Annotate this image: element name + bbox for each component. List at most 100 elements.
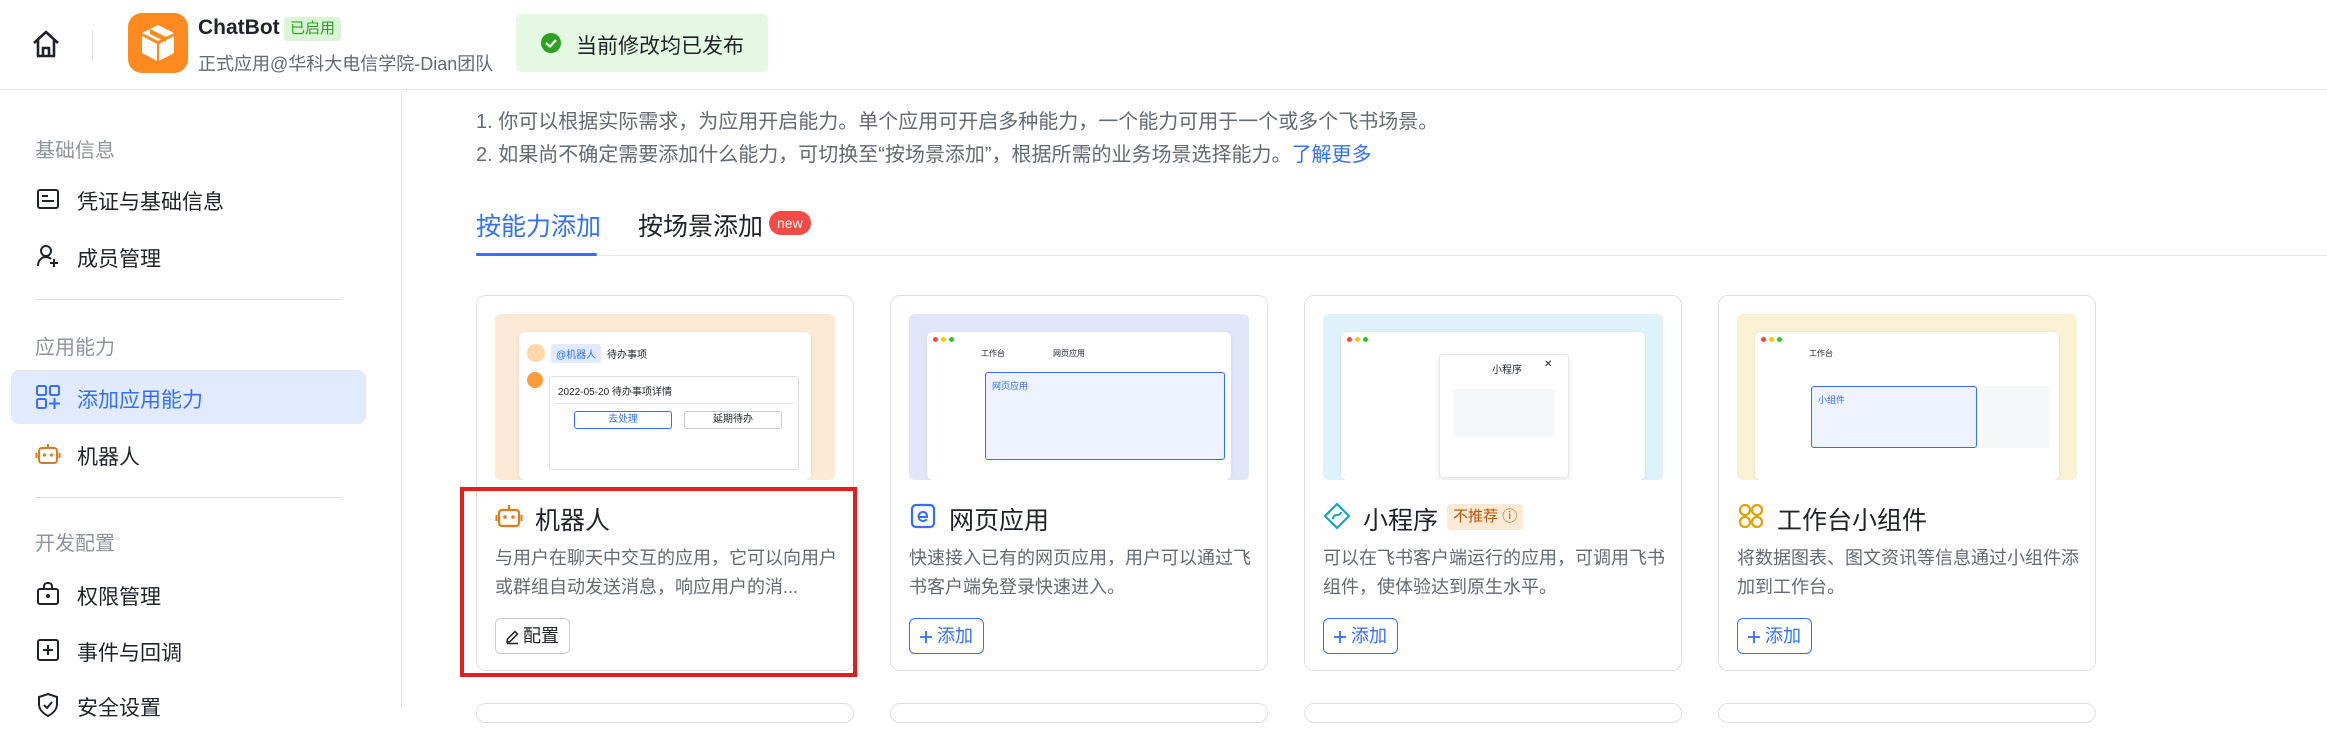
card-title: 网页应用	[949, 507, 1050, 535]
card-description: 将数据图表、图文资讯等信息通过小组件添加到工作台。	[1737, 548, 2079, 597]
main-content: 1. 你可以根据实际需求，为应用开启能力。单个应用可开启多种能力，一个能力可用于…	[440, 91, 2327, 723]
robot-avatar-icon	[527, 372, 543, 388]
avatar	[527, 344, 545, 362]
window-dot-green	[1363, 337, 1368, 342]
sidebar-item-robot[interactable]: 机器人	[11, 427, 366, 481]
help-icon[interactable]: ⓘ	[1502, 508, 1517, 525]
window-dot-yellow	[1769, 337, 1774, 342]
sidebar-item-credentials[interactable]: 凭证与基础信息	[11, 172, 366, 226]
preview-side-block	[1983, 386, 2049, 448]
preview-mini-program-panel: 小程序 ✕	[1439, 354, 1569, 478]
preview-content-block	[1454, 389, 1554, 437]
tip-line-2: 2. 如果尚不确定需要添加什么能力，可切换至“按场景添加”，根据所需的业务场景选…	[476, 138, 1372, 167]
id-card-icon	[35, 186, 61, 212]
capability-card-web-app[interactable]: 工作台 网页应用 网页应用 网页应用 快速接入已有的网页应用，用户可以通过飞书客…	[890, 295, 1268, 671]
card-row-2-stub	[890, 703, 1268, 723]
window-dot-yellow	[1355, 337, 1360, 342]
sidebar: 基础信息 凭证与基础信息 成员管理 应用能力 添加应用能力 机器人 开发配置 权…	[0, 91, 402, 720]
card-description: 可以在飞书客户端运行的应用，可调用飞书组件，使体验达到原生水平。	[1323, 548, 1665, 597]
close-icon: ✕	[1544, 359, 1553, 370]
tip-line-2-text: 2. 如果尚不确定需要添加什么能力，可切换至“按场景添加”，根据所需的业务场景选…	[476, 144, 1292, 166]
card-description: 与用户在聊天中交互的应用，它可以向用户或群组自动发送消息，响应用户的消...	[495, 548, 837, 597]
card-row-2-stub	[476, 703, 854, 723]
new-badge: new	[769, 211, 811, 235]
add-button-label: 添加	[1351, 626, 1387, 646]
tab-by-scenario[interactable]: 按场景添加	[638, 207, 763, 243]
preview-tab-workbench: 工作台	[981, 349, 1005, 358]
card-description: 快速接入已有的网页应用，用户可以通过飞书客户端免登录快速进入。	[909, 548, 1251, 597]
card-row-2-stub	[1304, 703, 1682, 723]
card-title: 机器人	[535, 507, 611, 535]
success-check-icon	[540, 32, 562, 54]
lock-bag-icon	[35, 581, 61, 607]
robot-icon	[495, 502, 523, 530]
sidebar-item-label: 安全设置	[77, 697, 161, 720]
configure-button-label: 配置	[523, 626, 559, 646]
sidebar-group-basic: 基础信息	[35, 140, 115, 162]
widget-preview-image: 工作台 小组件	[1737, 314, 2077, 480]
sidebar-item-label: 添加应用能力	[77, 389, 203, 412]
not-recommended-badge: 不推荐 ⓘ	[1447, 504, 1524, 530]
event-plus-icon	[35, 637, 61, 663]
window-dot-green	[1777, 337, 1782, 342]
sidebar-item-security[interactable]: 安全设置	[11, 678, 366, 732]
edit-icon	[506, 630, 519, 645]
plus-icon	[1748, 631, 1760, 643]
window-dot-red	[933, 337, 938, 342]
sidebar-item-label: 事件与回调	[77, 642, 182, 665]
home-icon[interactable]	[28, 26, 64, 62]
card-row-2-stub	[1718, 703, 2096, 723]
publish-toast: 当前修改均已发布	[516, 14, 768, 72]
sidebar-item-label: 权限管理	[77, 586, 161, 609]
preview-todo-tag: 待办事项	[607, 350, 647, 361]
learn-more-link[interactable]: 了解更多	[1292, 144, 1372, 166]
preview-card: 2022-05-20 待办事项详情 去处理 延期待办	[549, 376, 799, 470]
robot-preview-image: @机器人 待办事项 2022-05-20 待办事项详情 去处理 延期待办	[495, 314, 835, 480]
preview-window: 工作台 网页应用 网页应用	[927, 332, 1231, 480]
web-app-preview-image: 工作台 网页应用 网页应用	[909, 314, 1249, 480]
app-status-badge: 已启用	[284, 17, 342, 41]
header-divider	[92, 30, 93, 60]
window-dot-red	[1761, 337, 1766, 342]
sidebar-item-permissions[interactable]: 权限管理	[11, 567, 366, 621]
add-apps-icon	[35, 384, 61, 410]
sidebar-item-label: 机器人	[77, 446, 140, 469]
add-web-app-button[interactable]: 添加	[909, 618, 984, 654]
preview-mini-program-label: 小程序	[1492, 365, 1522, 376]
preview-divider	[554, 403, 794, 404]
top-bar: ChatBot 已启用 正式应用@华科大电信学院-Dian团队 当前修改均已发布	[0, 0, 2327, 90]
sidebar-group-capability: 应用能力	[35, 337, 115, 359]
card-title: 小程序	[1363, 507, 1439, 535]
add-user-icon	[35, 243, 61, 269]
card-title: 工作台小组件	[1777, 507, 1928, 535]
web-app-icon	[909, 502, 937, 530]
sidebar-divider	[35, 299, 342, 300]
sidebar-divider	[35, 497, 342, 498]
active-tab-indicator	[476, 253, 597, 256]
robot-icon	[35, 441, 61, 467]
preview-card-line: 2022-05-20 待办事项详情	[558, 387, 672, 398]
mini-program-icon	[1323, 502, 1351, 530]
add-widget-button[interactable]: 添加	[1737, 618, 1812, 654]
capability-card-widget[interactable]: 工作台 小组件 工作台小组件 将数据图表、图文资讯等信息通过小组件添加到工作台。…	[1718, 295, 2096, 671]
app-logo-icon	[128, 13, 188, 73]
shield-icon	[35, 692, 61, 718]
capability-card-mini-program[interactable]: 小程序 ✕ 小程序 不推荐 ⓘ 可以在飞书客户端运行的应用，可调用飞书组件，使体…	[1304, 295, 1682, 671]
add-mini-program-button[interactable]: 添加	[1323, 618, 1398, 654]
preview-tab-webapp: 网页应用	[1053, 349, 1085, 358]
tab-by-capability[interactable]: 按能力添加	[476, 207, 601, 243]
window-dot-red	[1347, 337, 1352, 342]
preview-window: 工作台 小组件	[1755, 332, 2059, 480]
sidebar-item-add-capability[interactable]: 添加应用能力	[11, 370, 366, 424]
window-dot-yellow	[941, 337, 946, 342]
capability-card-robot[interactable]: @机器人 待办事项 2022-05-20 待办事项详情 去处理 延期待办 机器人…	[476, 295, 854, 671]
not-recommended-label: 不推荐	[1453, 508, 1499, 525]
tip-line-1: 1. 你可以根据实际需求，为应用开启能力。单个应用可开启多种能力，一个能力可用于…	[476, 111, 1439, 133]
preview-webapp-label: 网页应用	[992, 381, 1029, 391]
sidebar-item-members[interactable]: 成员管理	[11, 229, 366, 283]
configure-button[interactable]: 配置	[495, 618, 570, 654]
app-name: ChatBot	[198, 16, 280, 39]
sidebar-item-events[interactable]: 事件与回调	[11, 623, 366, 677]
preview-chat-window: @机器人 待办事项 2022-05-20 待办事项详情 去处理 延期待办	[519, 332, 811, 480]
preview-widget-label: 小组件	[1818, 395, 1846, 405]
